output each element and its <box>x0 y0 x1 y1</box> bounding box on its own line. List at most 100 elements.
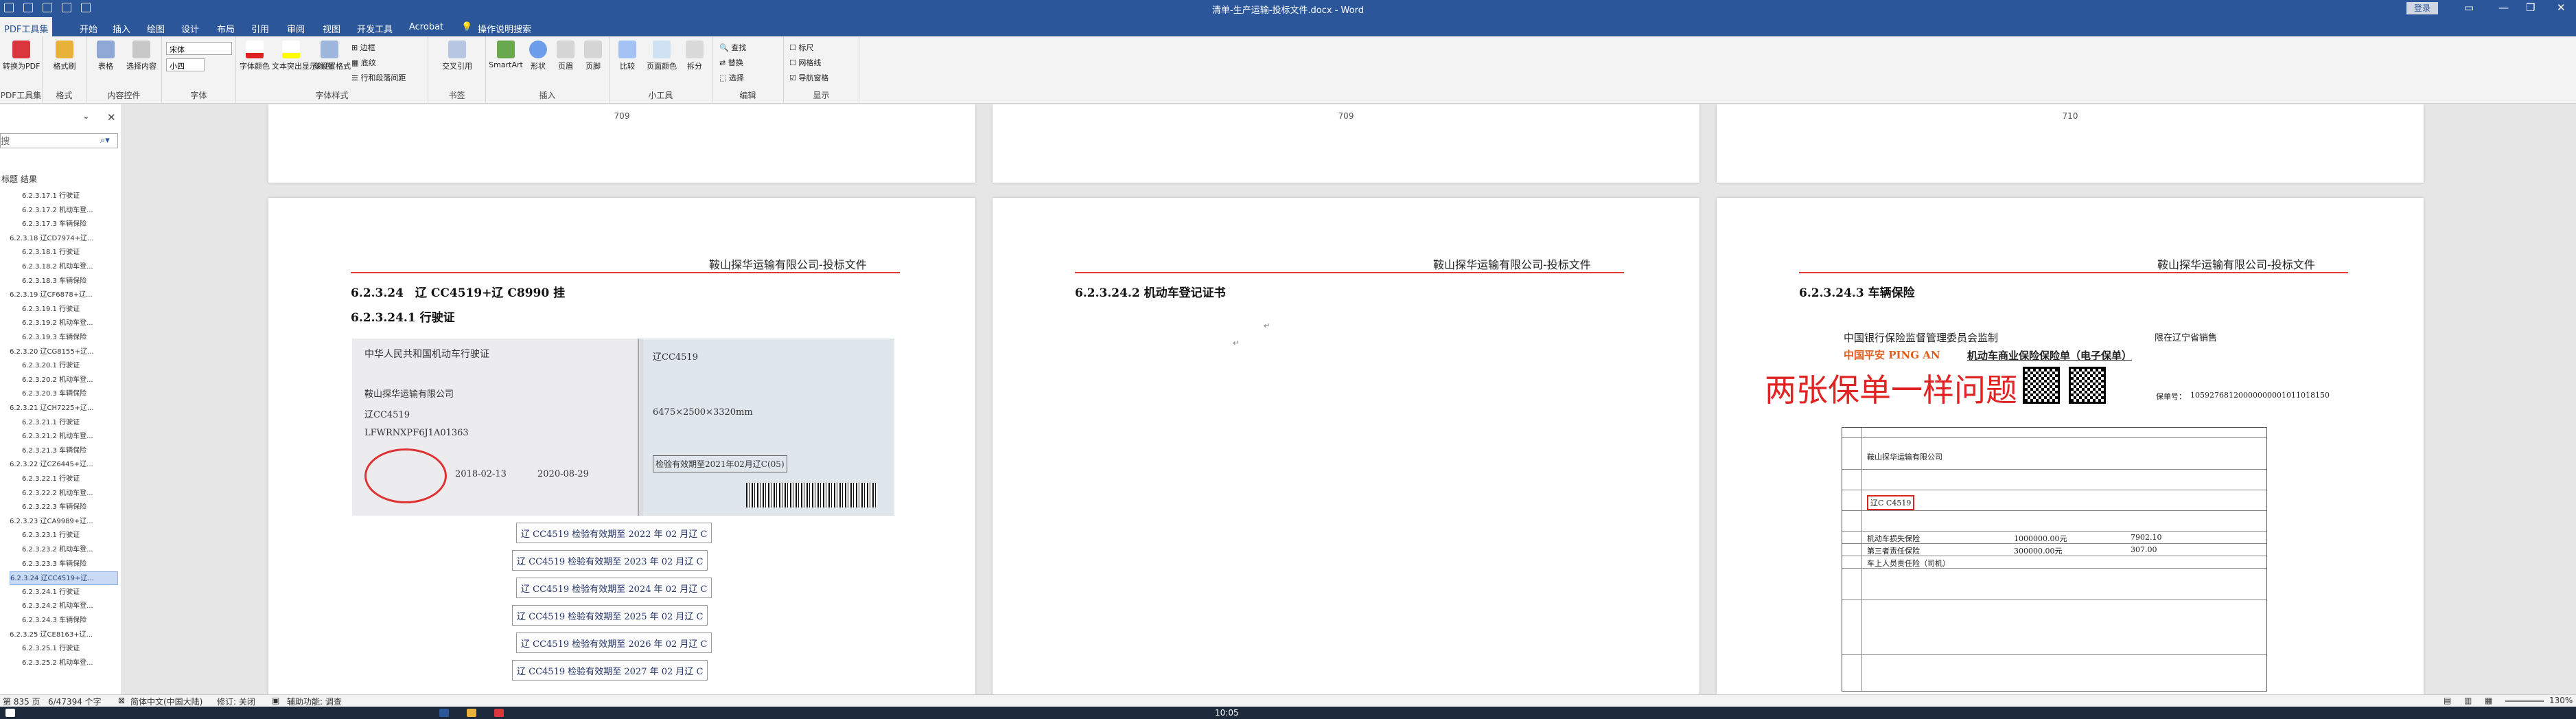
accessibility-indicator[interactable]: 辅助功能: 调查 <box>287 696 342 707</box>
nav-heading-item[interactable]: 6.2.3.23.3 车辆保险 <box>22 558 118 571</box>
nav-heading-item[interactable]: 6.2.3.17.1 行驶证 <box>22 190 118 203</box>
nav-heading-item[interactable]: 6.2.3.20.3 车辆保险 <box>22 387 118 401</box>
nav-heading-item[interactable]: 6.2.3.22.3 车辆保险 <box>22 501 118 514</box>
word-taskbar-icon[interactable] <box>439 709 449 717</box>
nav-tab-headings[interactable]: 标题 <box>1 173 18 185</box>
chevron-down-icon[interactable]: ⌄ <box>82 111 90 122</box>
compare-button[interactable]: 比较 <box>615 41 640 71</box>
page-indicator[interactable]: 第 835 页 <box>3 696 40 707</box>
nav-heading-item[interactable]: 6.2.3.19 辽CF6878+辽... <box>10 288 118 302</box>
revision-indicator[interactable]: 修订: 关闭 <box>217 696 255 707</box>
minimize-icon[interactable]: — <box>2498 1 2509 14</box>
multi-format-button[interactable]: 多设置格式 <box>313 41 351 71</box>
nav-pane-checkbox[interactable]: ☑ 导航窗格 <box>789 72 828 83</box>
nav-heading-item[interactable]: 6.2.3.19.1 行驶证 <box>22 303 118 317</box>
cross-reference-button[interactable]: 交叉引用 <box>435 41 479 71</box>
shape-button[interactable]: 形状 <box>526 41 550 71</box>
font-name-select[interactable]: 宋体 <box>166 42 232 55</box>
tab-developer[interactable]: 开发工具 <box>357 22 393 35</box>
tab-review[interactable]: 审阅 <box>287 22 305 35</box>
nav-heading-item[interactable]: 6.2.3.18.3 车辆保险 <box>22 275 118 288</box>
select-button[interactable]: ⬚ 选择 <box>719 72 744 83</box>
line-spacing-button[interactable]: ☰ 行和段落间距 <box>351 72 406 83</box>
nav-heading-item[interactable]: 6.2.3.20.1 行驶证 <box>22 359 118 373</box>
focus-icon[interactable]: ▤ <box>2444 696 2451 705</box>
header-rule <box>1075 272 1624 273</box>
tab-references[interactable]: 引用 <box>251 22 269 35</box>
select-content-button[interactable]: 选择内容 <box>124 41 159 71</box>
start-icon[interactable] <box>5 709 15 717</box>
nav-heading-item[interactable]: 6.2.3.18.1 行驶证 <box>22 246 118 260</box>
nav-heading-item[interactable]: 6.2.3.19.2 机动车登... <box>22 317 118 330</box>
nav-heading-item[interactable]: 6.2.3.23.2 机动车登... <box>22 543 118 557</box>
font-size-select[interactable]: 小四 <box>166 58 205 71</box>
explorer-taskbar-icon[interactable] <box>467 709 476 717</box>
nav-heading-item[interactable]: 6.2.3.19.3 车辆保险 <box>22 331 118 345</box>
border-button[interactable]: ⊞ 边框 <box>351 42 375 53</box>
tell-me-search[interactable]: 操作说明搜索 <box>478 22 531 35</box>
tab-pdf-tools[interactable]: PDF工具集 <box>0 17 53 36</box>
tab-view[interactable]: 视图 <box>323 22 340 35</box>
nav-heading-item[interactable]: 6.2.3.21.1 行驶证 <box>22 416 118 430</box>
tab-home[interactable]: 开始 <box>80 22 97 35</box>
footer-button[interactable]: 页脚 <box>581 41 605 71</box>
nav-heading-item[interactable]: 6.2.3.25.1 行驶证 <box>22 642 118 656</box>
smartart-button[interactable]: SmartArt <box>489 41 523 69</box>
nav-heading-item[interactable]: 6.2.3.18.2 机动车登... <box>22 260 118 274</box>
search-icon[interactable]: ⌕▾ <box>100 135 110 146</box>
nav-heading-item[interactable]: 6.2.3.21 辽CH7225+辽... <box>10 402 118 415</box>
find-button[interactable]: 🔍 查找 <box>719 42 746 53</box>
pdf-taskbar-icon[interactable] <box>494 709 504 717</box>
nav-heading-item[interactable]: 6.2.3.24 辽CC4519+辽... <box>10 571 118 586</box>
close-icon[interactable]: ✕ <box>107 111 116 124</box>
nav-heading-item[interactable]: 6.2.3.24.1 行驶证 <box>22 586 118 600</box>
nav-heading-item[interactable]: 6.2.3.25.2 机动车登... <box>22 657 118 670</box>
ruler-checkbox[interactable]: ☐ 标尺 <box>789 42 813 53</box>
replace-button[interactable]: ⇄ 替换 <box>719 57 743 68</box>
nav-heading-item[interactable]: 6.2.3.23 辽CA9989+辽... <box>10 515 118 529</box>
format-painter-button[interactable]: 格式刷 <box>48 41 81 71</box>
tab-acrobat[interactable]: Acrobat <box>409 22 443 32</box>
nav-heading-item[interactable]: 6.2.3.21.2 机动车登... <box>22 430 118 444</box>
page-color-button[interactable]: 页面颜色 <box>644 41 680 71</box>
document-canvas[interactable]: 709 709 710 鞍山探华运输有限公司-投标文件 6.2.3.24 辽 C… <box>123 104 2576 694</box>
zoom-slider[interactable] <box>2505 700 2544 702</box>
gridlines-checkbox[interactable]: ☐ 网格线 <box>789 57 821 68</box>
nav-heading-item[interactable]: 6.2.3.17.3 车辆保险 <box>22 218 118 231</box>
nav-heading-item[interactable]: 6.2.3.25 辽CE8163+辽... <box>10 628 118 642</box>
nav-heading-item[interactable]: 6.2.3.22.2 机动车登... <box>22 487 118 501</box>
language-indicator[interactable]: 简体中文(中国大陆) <box>130 696 202 707</box>
zoom-level[interactable]: 130% <box>2549 696 2573 705</box>
font-color-button[interactable]: 字体颜色 <box>239 41 270 71</box>
tab-design[interactable]: 设计 <box>181 22 199 35</box>
tab-layout[interactable]: 布局 <box>217 22 235 35</box>
proofing-icon[interactable]: ⊠ <box>118 696 125 705</box>
nav-heading-item[interactable]: 6.2.3.21.3 车辆保险 <box>22 444 118 458</box>
login-button[interactable]: 登录 <box>2406 2 2438 14</box>
close-icon[interactable]: ✕ <box>2557 1 2566 14</box>
nav-heading-item[interactable]: 6.2.3.23.1 行驶证 <box>22 529 118 543</box>
highlight-button[interactable]: 文本突出显示颜色 <box>272 41 332 71</box>
restore-icon[interactable]: ❐ <box>2526 1 2535 14</box>
nav-heading-item[interactable]: 6.2.3.22 辽CZ6445+辽... <box>10 458 118 472</box>
table-button[interactable]: 表格 <box>91 41 121 71</box>
tab-draw[interactable]: 绘图 <box>147 22 165 35</box>
shading-button[interactable]: ▦ 底纹 <box>351 57 376 68</box>
nav-tab-results[interactable]: 结果 <box>21 173 37 185</box>
nav-heading-item[interactable]: 6.2.3.20.2 机动车登... <box>22 374 118 387</box>
nav-heading-item[interactable]: 6.2.3.24.3 车辆保险 <box>22 614 118 628</box>
ribbon-display-icon[interactable]: ▭ <box>2464 1 2474 14</box>
header-button[interactable]: 页眉 <box>553 41 578 71</box>
split-button[interactable]: 拆分 <box>682 41 707 71</box>
nav-heading-item[interactable]: 6.2.3.17.2 机动车登... <box>22 204 118 218</box>
nav-heading-item[interactable]: 6.2.3.24.2 机动车登... <box>22 600 118 613</box>
nav-heading-item[interactable]: 6.2.3.22.1 行驶证 <box>22 472 118 486</box>
word-count[interactable]: 6/47394 个字 <box>48 696 102 707</box>
web-layout-icon[interactable]: ▦ <box>2485 696 2492 705</box>
convert-pdf-button[interactable]: 转换为PDF <box>3 41 40 71</box>
tab-insert[interactable]: 插入 <box>113 22 130 35</box>
nav-heading-item[interactable]: 6.2.3.18 辽CD7974+辽... <box>10 232 118 246</box>
print-layout-icon[interactable]: ▥ <box>2464 696 2472 705</box>
nav-heading-item[interactable]: 6.2.3.20 辽CG8155+辽... <box>10 345 118 359</box>
macro-icon[interactable]: ▣ <box>272 696 279 705</box>
